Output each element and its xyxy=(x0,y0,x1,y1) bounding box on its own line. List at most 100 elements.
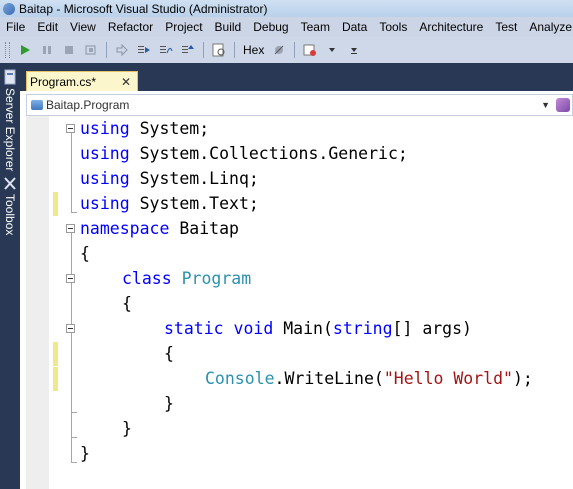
step-over-icon[interactable] xyxy=(158,42,174,58)
break-all-icon[interactable] xyxy=(39,42,55,58)
toolbar-separator xyxy=(203,42,204,58)
code-line-7[interactable]: class Program xyxy=(122,266,251,291)
toolbar-separator xyxy=(234,42,235,58)
change-marker xyxy=(53,342,58,366)
restart-icon[interactable] xyxy=(83,42,99,58)
stop-debugging-icon[interactable] xyxy=(61,42,77,58)
keyword: class xyxy=(122,269,172,288)
code-line-2[interactable]: using System.Collections.Generic; xyxy=(80,141,408,166)
code-line-5[interactable]: namespace Baitap xyxy=(80,216,239,241)
code-line-11[interactable]: Console.WriteLine("Hello World"); xyxy=(205,366,533,391)
code-line-14[interactable]: } xyxy=(80,441,90,466)
menu-view[interactable]: View xyxy=(64,20,102,34)
code-editor[interactable]: using System; using System.Collections.G… xyxy=(26,116,573,489)
collapse-icon[interactable] xyxy=(66,274,75,283)
members-dropdown-icon[interactable] xyxy=(556,98,570,112)
keyword: static xyxy=(164,319,224,338)
code-text: System.Linq; xyxy=(129,169,259,188)
code-text: { xyxy=(164,344,174,363)
title-bar: Baitap - Microsoft Visual Studio (Admini… xyxy=(0,0,573,18)
menu-architecture[interactable]: Architecture xyxy=(413,20,489,34)
keyword: using xyxy=(80,119,130,138)
output-window-icon[interactable] xyxy=(302,42,318,58)
menu-data[interactable]: Data xyxy=(336,20,373,34)
window-title: Baitap - Microsoft Visual Studio (Admini… xyxy=(19,1,268,16)
code-line-10[interactable]: { xyxy=(164,341,174,366)
toolbar-separator xyxy=(294,42,296,58)
menu-project[interactable]: Project xyxy=(159,20,208,34)
menu-bar: File Edit View Refactor Project Build De… xyxy=(0,17,573,37)
code-text: Main( xyxy=(273,319,333,338)
collapse-icon[interactable] xyxy=(66,324,75,333)
code-text: } xyxy=(164,394,174,413)
start-debugging-icon[interactable] xyxy=(17,42,33,58)
code-line-3[interactable]: using System.Linq; xyxy=(80,166,259,191)
class-selector-dropdown[interactable]: Baitap.Program ▼ xyxy=(26,94,573,116)
code-text: } xyxy=(122,419,132,438)
keyword: namespace xyxy=(80,219,170,238)
code-text: [] args) xyxy=(392,319,472,338)
class-selector-value: Baitap.Program xyxy=(46,98,130,112)
code-line-9[interactable]: static void Main(string[] args) xyxy=(164,316,472,341)
keyword: void xyxy=(233,319,274,338)
code-line-1[interactable]: using System; xyxy=(80,116,209,141)
outline-end xyxy=(71,212,77,213)
code-line-8[interactable]: { xyxy=(122,291,132,316)
outline-end xyxy=(71,462,77,463)
toolbar-overflow-icon[interactable] xyxy=(346,42,362,58)
breakpoints-window-icon[interactable] xyxy=(211,42,227,58)
chevron-down-icon[interactable]: ▼ xyxy=(541,100,550,110)
menu-test[interactable]: Test xyxy=(489,20,523,34)
code-line-13[interactable]: } xyxy=(122,416,132,441)
code-line-12[interactable]: } xyxy=(164,391,174,416)
menu-debug[interactable]: Debug xyxy=(247,20,294,34)
menu-tools[interactable]: Tools xyxy=(373,20,413,34)
visual-studio-icon xyxy=(3,2,15,15)
menu-team[interactable]: Team xyxy=(295,20,336,34)
code-text: System.Text; xyxy=(129,194,259,213)
collapse-icon[interactable] xyxy=(66,224,75,233)
outline-end xyxy=(71,437,77,438)
keyword: using xyxy=(80,144,130,163)
code-line-4[interactable]: using System.Text; xyxy=(80,191,259,216)
menu-refactor[interactable]: Refactor xyxy=(102,20,159,34)
keyword: using xyxy=(80,169,130,188)
code-text: .WriteLine( xyxy=(274,369,384,388)
type-name: Program xyxy=(181,269,252,288)
class-icon xyxy=(31,100,43,110)
side-panel: Server Explorer Toolbox xyxy=(0,63,20,489)
document-tab-strip: Program.cs* ✕ xyxy=(20,63,573,91)
menu-analyze[interactable]: Analyze xyxy=(523,20,573,34)
change-marker xyxy=(53,367,58,391)
menu-build[interactable]: Build xyxy=(209,20,248,34)
toolbar-grip[interactable] xyxy=(5,42,10,58)
menu-file[interactable]: File xyxy=(0,20,31,34)
remove-breakpoint-icon[interactable] xyxy=(271,42,287,58)
code-text: } xyxy=(80,444,90,463)
code-line-6[interactable]: { xyxy=(80,241,90,266)
chevron-down-icon[interactable] xyxy=(324,42,340,58)
show-next-statement-icon[interactable] xyxy=(114,42,130,58)
code-text: Baitap xyxy=(169,219,239,238)
toolbox-tab[interactable]: Toolbox xyxy=(0,175,20,235)
collapse-icon[interactable] xyxy=(66,124,75,133)
code-text: System; xyxy=(129,119,210,138)
server-explorer-label: Server Explorer xyxy=(3,88,17,172)
code-text: System.Collections.Generic; xyxy=(129,144,408,163)
type-name: Console xyxy=(205,369,275,388)
outline-end xyxy=(71,412,77,413)
step-out-icon[interactable] xyxy=(180,42,196,58)
hex-toggle-button[interactable]: Hex xyxy=(243,43,264,57)
tab-program-cs[interactable]: Program.cs* ✕ xyxy=(26,71,138,91)
debug-toolbar: Hex xyxy=(0,37,573,64)
close-icon[interactable]: ✕ xyxy=(121,75,131,89)
outline-guide xyxy=(71,132,72,212)
indicator-margin[interactable] xyxy=(26,116,49,489)
server-explorer-icon xyxy=(4,69,16,85)
server-explorer-tab[interactable]: Server Explorer xyxy=(0,69,20,171)
step-into-icon[interactable] xyxy=(136,42,152,58)
menu-edit[interactable]: Edit xyxy=(31,20,64,34)
code-text: { xyxy=(80,244,90,263)
keyword: string xyxy=(332,319,393,338)
toolbox-label: Toolbox xyxy=(3,194,17,236)
